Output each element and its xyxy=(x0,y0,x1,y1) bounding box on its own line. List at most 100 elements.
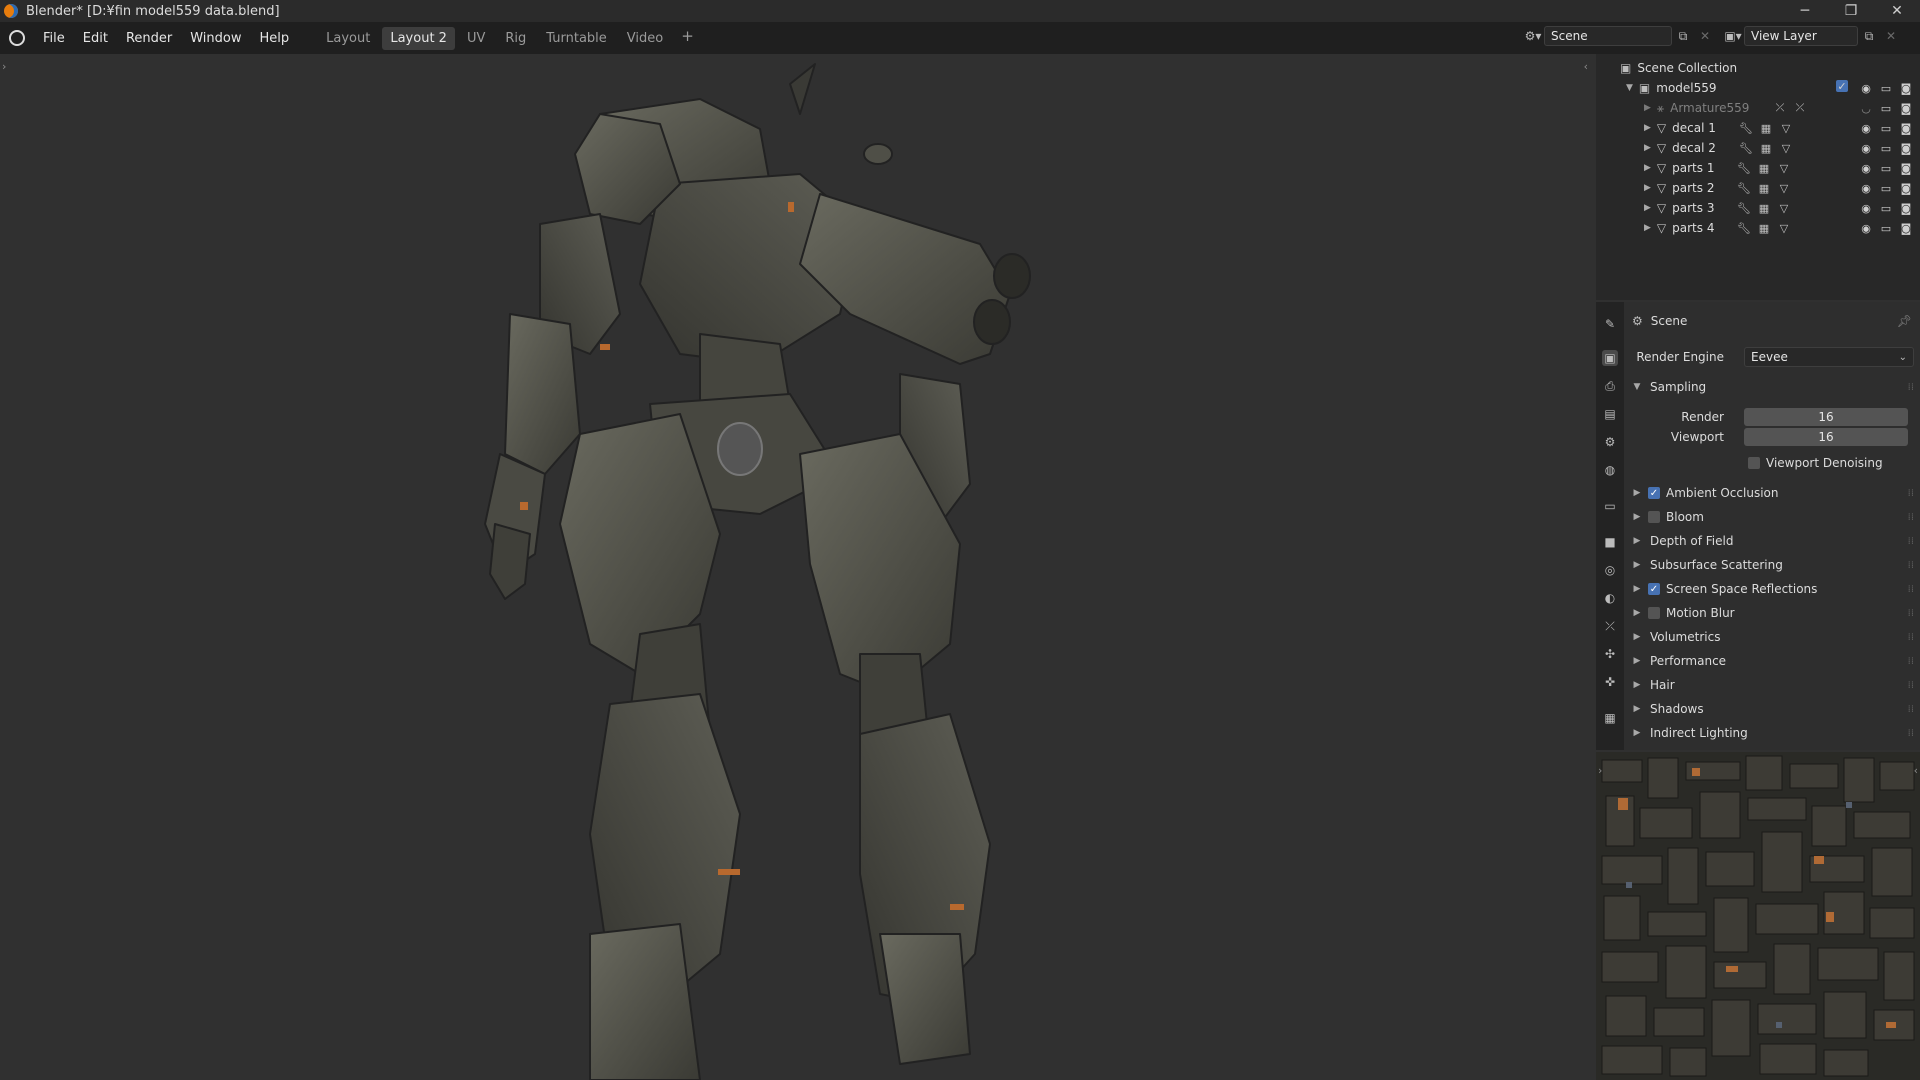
tab-rig[interactable]: Rig xyxy=(497,27,534,50)
modifier-wrench-icon[interactable]: 🔧︎ xyxy=(1738,120,1754,136)
panel-ambient-occlusion[interactable]: ▶ ✓ Ambient Occlusion ⁞⁞ xyxy=(1624,482,1920,504)
object-data-tab-icon[interactable]: ✜ xyxy=(1602,674,1618,690)
menu-file[interactable]: File xyxy=(34,31,74,46)
menu-help[interactable]: Help xyxy=(251,31,299,46)
camera-icon[interactable]: ◙ xyxy=(1898,200,1914,216)
monitor-icon[interactable]: ▭ xyxy=(1878,120,1894,136)
maximize-button[interactable]: ❐ xyxy=(1828,0,1874,22)
panel-motion-blur[interactable]: ▶ Motion Blur ⁞⁞ xyxy=(1624,602,1920,624)
outliner-collection-row[interactable]: ▼ ▣ model559 ✓ ◉ ▭ ◙ xyxy=(1596,78,1920,98)
panel-shadows[interactable]: ▶ Shadows ⁞⁞ xyxy=(1624,698,1920,720)
vertex-groups-icon[interactable]: ▦ xyxy=(1756,220,1772,236)
expand-arrow-icon[interactable]: ▶ xyxy=(1644,203,1651,213)
panel-depth-of-field[interactable]: ▶ Depth of Field ⁞⁞ xyxy=(1624,530,1920,552)
mesh-data-icon[interactable]: ▽ xyxy=(1776,220,1792,236)
render-tab-icon[interactable]: ▣ xyxy=(1602,350,1618,366)
drag-handle-icon[interactable]: ⁞⁞ xyxy=(1908,656,1914,667)
expand-arrow-icon[interactable]: ▶ xyxy=(1644,223,1651,233)
drag-handle-icon[interactable]: ⁞⁞ xyxy=(1908,584,1914,595)
eye-icon[interactable]: ◉ xyxy=(1858,220,1874,236)
outliner-panel[interactable]: ▣ Scene Collection ▼ ▣ model559 ✓ ◉ ▭ ◙ … xyxy=(1596,54,1920,300)
camera-icon[interactable]: ◙ xyxy=(1898,80,1914,96)
armature-pose-icon[interactable]: ⤫ xyxy=(1772,100,1788,116)
output-tab-icon[interactable]: ⎙ xyxy=(1602,378,1618,394)
outliner-item-parts-2[interactable]: ▶ ▽ parts 2 🔧︎ ▦ ▽ ◉ ▭ ◙ xyxy=(1596,178,1920,198)
sampling-panel-header[interactable]: ▼ Sampling ⁞⁞ xyxy=(1624,376,1920,398)
scene-name-field[interactable]: Scene xyxy=(1544,26,1672,46)
modifier-wrench-icon[interactable]: 🔧︎ xyxy=(1736,160,1752,176)
view-layer-name-field[interactable]: View Layer xyxy=(1744,26,1858,46)
eye-icon[interactable]: ◉ xyxy=(1858,140,1874,156)
panel-screen-space-reflections[interactable]: ▶ ✓ Screen Space Reflections ⁞⁞ xyxy=(1624,578,1920,600)
camera-icon[interactable]: ◙ xyxy=(1898,220,1914,236)
panel-indirect-lighting[interactable]: ▶ Indirect Lighting ⁞⁞ xyxy=(1624,722,1920,744)
screen-space-reflections-checkbox[interactable]: ✓ xyxy=(1648,583,1660,595)
outliner-item-parts-4[interactable]: ▶ ▽ parts 4 🔧︎ ▦ ▽ ◉ ▭ ◙ xyxy=(1596,218,1920,238)
menu-render[interactable]: Render xyxy=(117,31,181,46)
vertex-groups-icon[interactable]: ▦ xyxy=(1756,180,1772,196)
modifier-wrench-icon[interactable]: 🔧︎ xyxy=(1736,200,1752,216)
texture-tab-icon[interactable]: ▦ xyxy=(1602,710,1618,726)
modifier-wrench-icon[interactable]: 🔧︎ xyxy=(1736,220,1752,236)
eye-icon[interactable]: ◉ xyxy=(1858,80,1874,96)
camera-icon[interactable]: ◙ xyxy=(1898,160,1914,176)
tab-layout-2[interactable]: Layout 2 xyxy=(382,26,455,50)
image-editor[interactable]: › ‹ xyxy=(1596,752,1920,1080)
drag-handle-icon[interactable]: ⁞⁞ xyxy=(1908,728,1914,739)
3d-viewport[interactable]: › ‹ xyxy=(0,54,1592,1080)
eye-icon[interactable]: ◉ xyxy=(1858,180,1874,196)
physics-tab-icon[interactable]: ⤫ xyxy=(1602,618,1618,634)
pin-icon[interactable]: 📌︎ xyxy=(1897,314,1912,328)
view-layer-tab-icon[interactable]: ▤ xyxy=(1602,406,1618,422)
monitor-icon[interactable]: ▭ xyxy=(1878,80,1894,96)
vertex-groups-icon[interactable]: ▦ xyxy=(1758,120,1774,136)
camera-icon[interactable]: ◙ xyxy=(1898,120,1914,136)
drag-handle-icon[interactable]: ⁞⁞ xyxy=(1908,536,1914,547)
drag-handle-icon[interactable]: ⁞⁞ xyxy=(1908,488,1914,499)
panel-volumetrics[interactable]: ▶ Volumetrics ⁞⁞ xyxy=(1624,626,1920,648)
outliner-item-armature[interactable]: ▶ ⚹ Armature559 ⤫ ⤫ ◡ ▭ ◙ xyxy=(1596,98,1920,118)
scene-type-icon[interactable]: ⚙▾ xyxy=(1522,26,1544,46)
object-tab-icon[interactable]: ■ xyxy=(1602,534,1618,550)
monitor-icon[interactable]: ▭ xyxy=(1878,200,1894,216)
toolbar-expand-icon[interactable]: › xyxy=(2,60,6,73)
menu-window[interactable]: Window xyxy=(181,31,250,46)
monitor-icon[interactable]: ▭ xyxy=(1878,140,1894,156)
drag-handle-icon[interactable]: ⁞⁞ xyxy=(1908,512,1914,523)
delete-scene-icon[interactable]: ✕ xyxy=(1694,26,1716,46)
panel-hair[interactable]: ▶ Hair ⁞⁞ xyxy=(1624,674,1920,696)
eye-icon[interactable]: ◉ xyxy=(1858,120,1874,136)
menu-edit[interactable]: Edit xyxy=(74,31,117,46)
mesh-data-icon[interactable]: ▽ xyxy=(1778,120,1794,136)
panel-performance[interactable]: ▶ Performance ⁞⁞ xyxy=(1624,650,1920,672)
expand-arrow-icon[interactable]: ▶ xyxy=(1644,183,1651,193)
toolbar-expand-icon[interactable]: › xyxy=(1598,764,1602,777)
delete-view-layer-icon[interactable]: ✕ xyxy=(1880,26,1902,46)
panel-subsurface-scattering[interactable]: ▶ Subsurface Scattering ⁞⁞ xyxy=(1624,554,1920,576)
mesh-data-icon[interactable]: ▽ xyxy=(1776,180,1792,196)
mesh-data-icon[interactable]: ▽ xyxy=(1776,200,1792,216)
outliner-item-parts-1[interactable]: ▶ ▽ parts 1 🔧︎ ▦ ▽ ◉ ▭ ◙ xyxy=(1596,158,1920,178)
mesh-data-icon[interactable]: ▽ xyxy=(1776,160,1792,176)
ambient-occlusion-checkbox[interactable]: ✓ xyxy=(1648,487,1660,499)
eye-icon[interactable]: ◉ xyxy=(1858,160,1874,176)
tool-tab-icon[interactable]: ✎ xyxy=(1602,316,1618,332)
render-engine-dropdown[interactable]: Eevee ⌄ xyxy=(1744,347,1914,367)
expand-arrow-icon[interactable]: ▶ xyxy=(1644,123,1651,133)
view-layer-type-icon[interactable]: ▣▾ xyxy=(1722,26,1744,46)
camera-icon[interactable]: ◙ xyxy=(1898,140,1914,156)
drag-handle-icon[interactable]: ⁞⁞ xyxy=(1908,704,1914,715)
mesh-data-icon[interactable]: ▽ xyxy=(1778,140,1794,156)
bloom-checkbox[interactable] xyxy=(1648,511,1660,523)
vertex-groups-icon[interactable]: ▦ xyxy=(1758,140,1774,156)
drag-handle-icon[interactable]: ⁞⁞ xyxy=(1908,680,1914,691)
particles-tab-icon[interactable]: ◐ xyxy=(1602,590,1618,606)
minimize-button[interactable]: ─ xyxy=(1782,0,1828,22)
exclude-checkbox[interactable]: ✓ xyxy=(1836,80,1848,93)
constraints-tab-icon[interactable]: ✣ xyxy=(1602,646,1618,662)
modifier-wrench-icon[interactable]: 🔧︎ xyxy=(1738,140,1754,156)
sidebar-expand-icon[interactable]: ‹ xyxy=(1914,764,1918,777)
modifier-wrench-icon[interactable]: 🔧︎ xyxy=(1736,180,1752,196)
render-samples-field[interactable]: 16 xyxy=(1744,408,1908,426)
modifier-tab-icon[interactable]: ◎ xyxy=(1602,562,1618,578)
